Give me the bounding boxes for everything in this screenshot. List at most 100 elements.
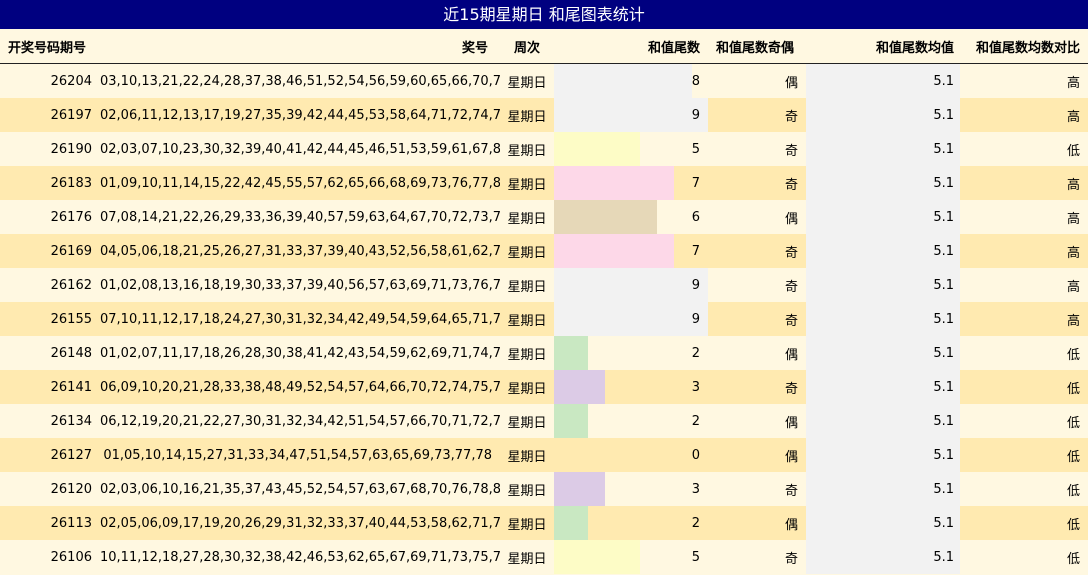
sum-tail-value: 8 [691,73,700,89]
sum-tail-cell: 0 [554,438,708,472]
sum-tail-bar [554,132,640,166]
table-row: 26134 06,12,19,20,21,22,27,30,31,32,34,42… [0,404,1088,438]
weekday-cell: 星期日 [500,540,554,574]
weekday-cell: 星期日 [500,302,554,336]
numbers-cell: 06,09,10,20,21,28,33,38,48,49,52,54,57,6… [100,370,500,404]
table-row: 26204 03,10,13,21,22,24,28,37,38,46,51,52… [0,63,1088,98]
header-weekday: 周次 [500,29,554,64]
sum-tail-bar [554,200,657,234]
sum-tail-bar [554,166,674,200]
sum-tail-cell: 6 [554,200,708,234]
issue-cell: 26183 [0,166,100,200]
header-row: 开奖号码期号 奖号 周次 和值尾数 和值尾数奇偶 和值尾数均值 和值尾数均数对比 [0,29,1088,64]
sum-tail-value: 7 [691,175,700,191]
compare-cell: 低 [960,472,1088,506]
issue-cell: 26155 [0,302,100,336]
sum-tail-cell: 2 [554,404,708,438]
avg-cell: 5.1 [806,268,960,302]
weekday-cell: 星期日 [500,166,554,200]
sum-tail-cell: 9 [554,98,708,132]
sum-tail-cell: 3 [554,472,708,506]
header-parity: 和值尾数奇偶 [708,29,806,64]
numbers-cell: 01,02,08,13,16,18,19,30,33,37,39,40,56,5… [100,268,500,302]
sum-tail-cell: 3 [554,370,708,404]
compare-cell: 高 [960,166,1088,200]
numbers-cell: 04,05,06,18,21,25,26,27,31,33,37,39,40,4… [100,234,500,268]
numbers-cell: 01,02,07,11,17,18,26,28,30,38,41,42,43,5… [100,336,500,370]
issue-cell: 26134 [0,404,100,438]
avg-cell: 5.1 [806,540,960,574]
compare-cell: 低 [960,370,1088,404]
issue-cell: 26148 [0,336,100,370]
compare-cell: 高 [960,200,1088,234]
sum-tail-value: 2 [691,515,700,531]
compare-cell: 低 [960,506,1088,540]
sum-tail-value: 9 [691,277,700,293]
sum-tail-cell: 2 [554,506,708,540]
compare-cell: 高 [960,302,1088,336]
sum-tail-bar [554,64,692,98]
table-row: 26148 01,02,07,11,17,18,26,28,30,38,41,42… [0,336,1088,370]
issue-cell: 26204 [0,63,100,98]
numbers-cell: 07,10,11,12,17,18,24,27,30,31,32,34,42,4… [100,302,500,336]
header-compare: 和值尾数均数对比 [960,29,1088,64]
numbers-cell: 02,03,07,10,23,30,32,39,40,41,42,44,45,4… [100,132,500,166]
compare-cell: 高 [960,268,1088,302]
compare-cell: 低 [960,336,1088,370]
issue-cell: 26127 [0,438,100,472]
numbers-cell: 01,05,10,14,15,27,31,33,34,47,51,54,57,6… [100,438,500,472]
table-row: 26155 07,10,11,12,17,18,24,27,30,31,32,34… [0,302,1088,336]
table-row: 26190 02,03,07,10,23,30,32,39,40,41,42,44… [0,132,1088,166]
compare-cell: 低 [960,132,1088,166]
weekday-cell: 星期日 [500,63,554,98]
sum-tail-cell: 7 [554,234,708,268]
weekday-cell: 星期日 [500,234,554,268]
parity-cell: 奇 [708,540,806,574]
avg-cell: 5.1 [806,370,960,404]
numbers-cell: 03,10,13,21,22,24,28,37,38,46,51,52,54,5… [100,63,500,98]
weekday-cell: 星期日 [500,472,554,506]
weekday-cell: 星期日 [500,132,554,166]
issue-cell: 26197 [0,98,100,132]
sum-tail-value: 3 [691,481,700,497]
page-title: 近15期星期日 和尾图表统计 [0,0,1088,29]
avg-cell: 5.1 [806,234,960,268]
sum-tail-cell: 9 [554,268,708,302]
avg-cell: 5.1 [806,438,960,472]
sum-tail-value: 7 [691,243,700,259]
header-avg: 和值尾数均值 [806,29,960,64]
compare-cell: 低 [960,540,1088,574]
parity-cell: 奇 [708,98,806,132]
header-issue: 开奖号码期号 [0,29,100,64]
parity-cell: 偶 [708,404,806,438]
sum-tail-cell: 9 [554,302,708,336]
stats-table: 开奖号码期号 奖号 周次 和值尾数 和值尾数奇偶 和值尾数均值 和值尾数均数对比… [0,29,1088,574]
header-numbers: 奖号 [100,29,500,64]
weekday-cell: 星期日 [500,268,554,302]
issue-cell: 26141 [0,370,100,404]
table-row: 26183 01,09,10,11,14,15,22,42,45,55,57,62… [0,166,1088,200]
sum-tail-value: 5 [691,141,700,157]
weekday-cell: 星期日 [500,98,554,132]
avg-cell: 5.1 [806,200,960,234]
avg-cell: 5.1 [806,506,960,540]
compare-cell: 高 [960,234,1088,268]
sum-tail-bar [554,370,605,404]
sum-tail-bar [554,540,640,574]
sum-tail-value: 3 [691,379,700,395]
avg-cell: 5.1 [806,98,960,132]
sum-tail-bar [554,336,588,370]
parity-cell: 偶 [708,63,806,98]
numbers-cell: 07,08,14,21,22,26,29,33,36,39,40,57,59,6… [100,200,500,234]
sum-tail-cell: 5 [554,540,708,574]
numbers-cell: 06,12,19,20,21,22,27,30,31,32,34,42,51,5… [100,404,500,438]
parity-cell: 偶 [708,438,806,472]
header-sum-tail: 和值尾数 [554,29,708,64]
issue-cell: 26162 [0,268,100,302]
sum-tail-bar [554,506,588,540]
table-row: 26106 10,11,12,18,27,28,30,32,38,42,46,53… [0,540,1088,574]
sum-tail-bar [554,404,588,438]
weekday-cell: 星期日 [500,336,554,370]
sum-tail-cell: 7 [554,166,708,200]
table-row: 26113 02,05,06,09,17,19,20,26,29,31,32,33… [0,506,1088,540]
